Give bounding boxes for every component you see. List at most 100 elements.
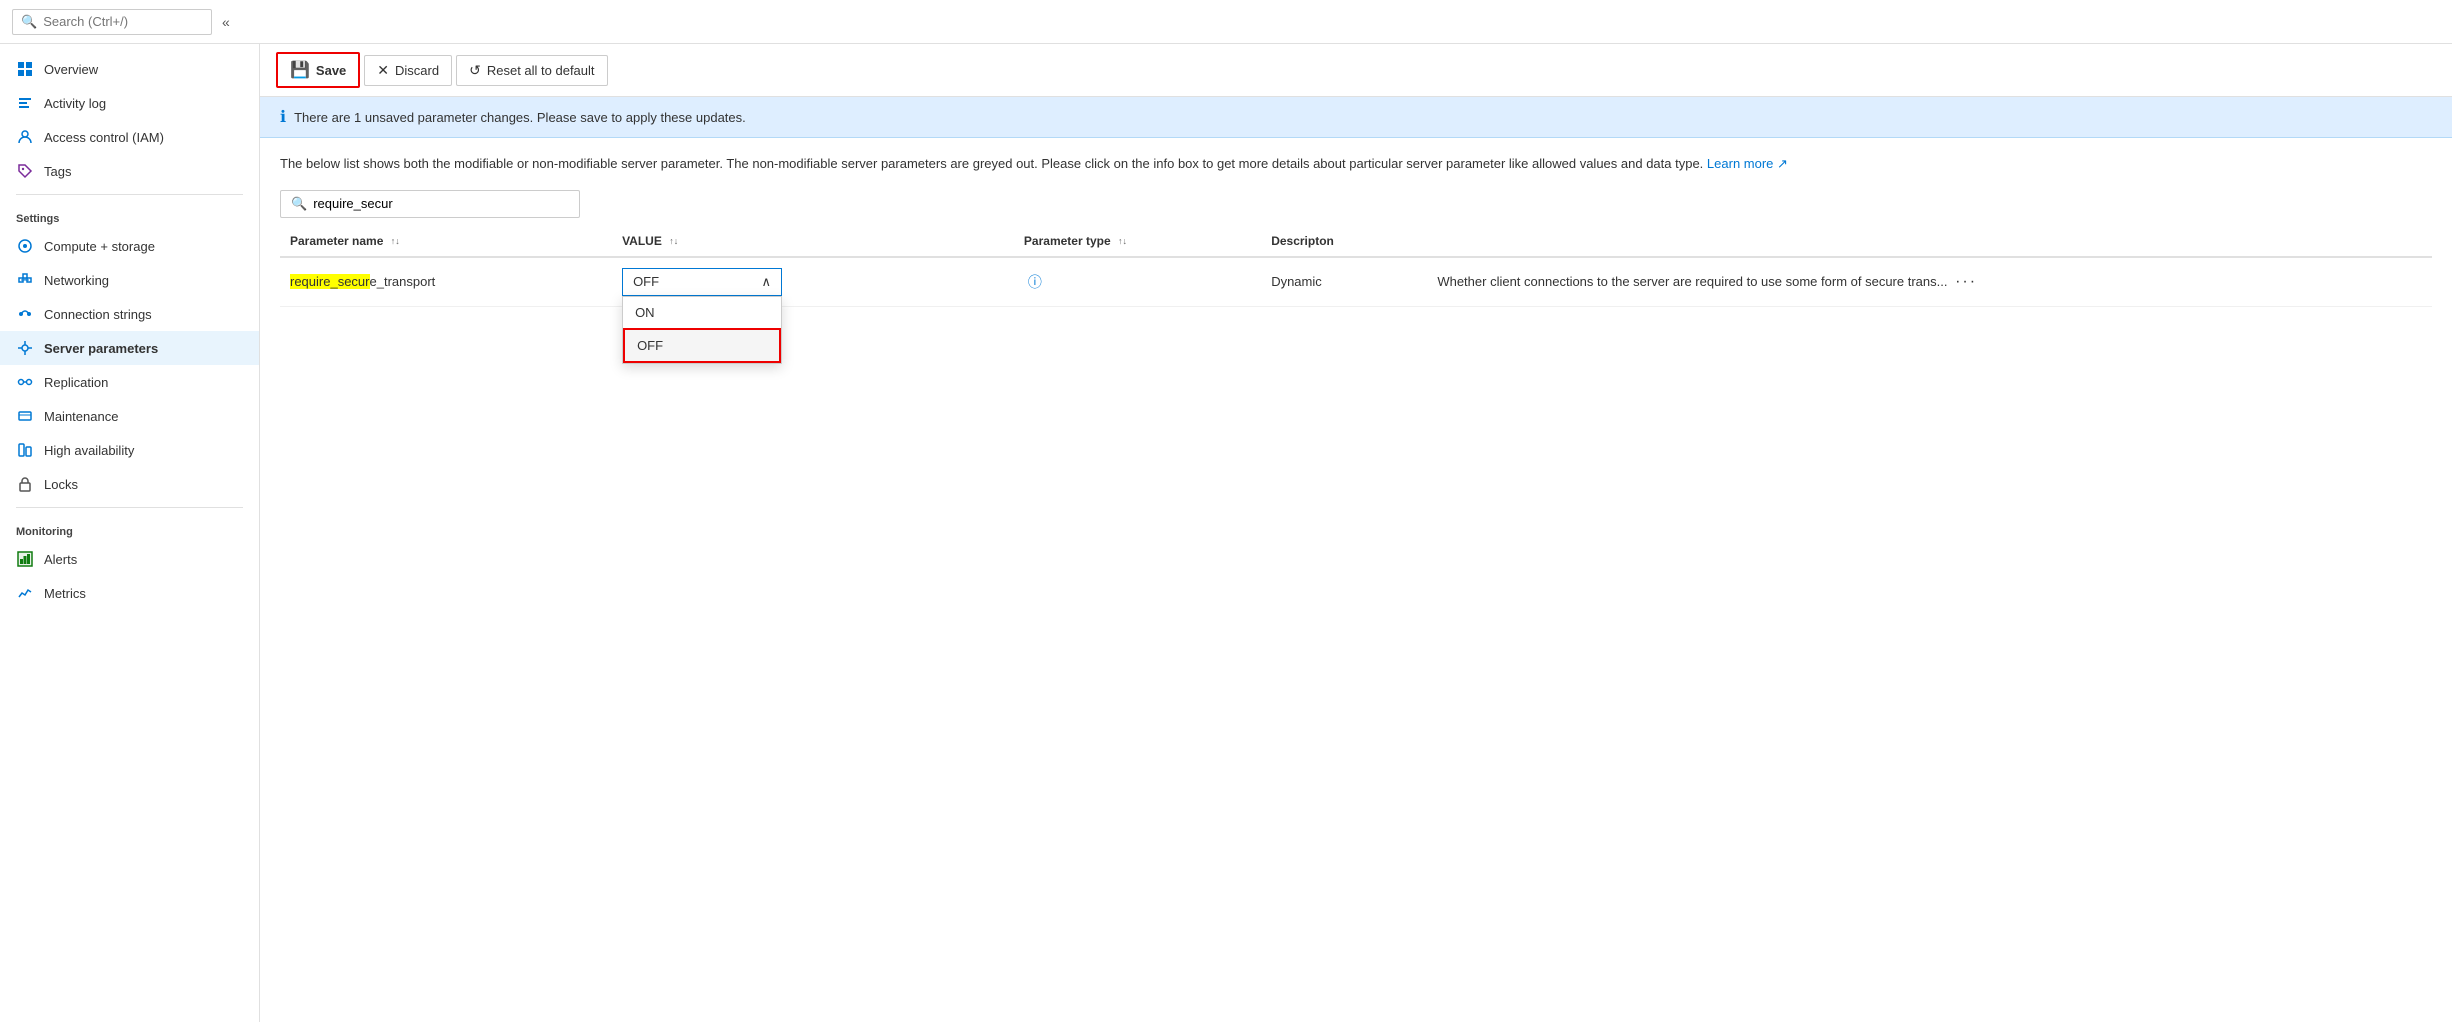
- save-label: Save: [316, 63, 346, 78]
- sidebar-item-networking[interactable]: Networking: [0, 263, 259, 297]
- sidebar-item-overview[interactable]: Overview: [0, 52, 259, 86]
- info-banner: ℹ There are 1 unsaved parameter changes.…: [260, 97, 2452, 138]
- monitoring-section-label: Monitoring: [0, 514, 259, 542]
- sidebar-divider-2: [16, 507, 243, 508]
- settings-section-label: Settings: [0, 201, 259, 229]
- reset-icon: ↺: [469, 62, 481, 79]
- filter-search-icon: 🔍: [291, 196, 307, 212]
- toolbar: 🔍 «: [0, 0, 2452, 44]
- sidebar-item-server-parameters-label: Server parameters: [44, 341, 158, 356]
- alerts-icon: [16, 550, 34, 568]
- discard-label: Discard: [395, 63, 439, 78]
- sort-value-icon[interactable]: ↑↓: [669, 236, 678, 246]
- sidebar-item-tags[interactable]: Tags: [0, 154, 259, 188]
- sidebar-item-compute-storage[interactable]: Compute + storage: [0, 229, 259, 263]
- filter-input-wrap[interactable]: 🔍: [280, 190, 580, 218]
- chevron-up-icon: ∧: [762, 274, 772, 290]
- sidebar-item-networking-label: Networking: [44, 273, 109, 288]
- search-icon: 🔍: [21, 14, 37, 30]
- col-param-name-label: Parameter name: [290, 234, 383, 248]
- sidebar-item-locks-label: Locks: [44, 477, 78, 492]
- col-value-label: VALUE: [622, 234, 662, 248]
- dropdown-menu: ON OFF: [622, 296, 782, 364]
- sidebar-item-connection-strings-label: Connection strings: [44, 307, 152, 322]
- params-icon: [16, 339, 34, 357]
- sidebar-item-high-availability-label: High availability: [44, 443, 134, 458]
- sidebar-item-locks[interactable]: Locks: [0, 467, 259, 501]
- col-description: Descripton: [1261, 226, 1427, 257]
- param-name-highlight: require_secur: [290, 274, 370, 289]
- sidebar-item-access-control[interactable]: Access control (IAM): [0, 120, 259, 154]
- maintenance-icon: [16, 407, 34, 425]
- description-area: The below list shows both the modifiable…: [260, 138, 2452, 182]
- more-options-button[interactable]: ···: [1951, 273, 1981, 291]
- dropdown-option-on[interactable]: ON: [623, 297, 781, 328]
- sidebar-item-access-control-label: Access control (IAM): [44, 130, 164, 145]
- reset-button[interactable]: ↺ Reset all to default: [456, 55, 607, 86]
- compute-icon: [16, 237, 34, 255]
- cell-param-name: require_secure_transport: [280, 257, 612, 307]
- sort-param-name-icon[interactable]: ↑↓: [391, 236, 400, 246]
- sidebar-item-activity-log-label: Activity log: [44, 96, 106, 111]
- learn-more-link[interactable]: Learn more ↗: [1707, 156, 1788, 171]
- sidebar-item-alerts-label: Alerts: [44, 552, 77, 567]
- filter-area: 🔍: [260, 182, 2452, 226]
- connection-icon: [16, 305, 34, 323]
- col-param-name[interactable]: Parameter name ↑↓: [280, 226, 612, 257]
- sidebar-item-replication[interactable]: Replication: [0, 365, 259, 399]
- action-bar: 💾 Save ✕ Discard ↺ Reset all to default: [260, 44, 2452, 97]
- replication-icon: [16, 373, 34, 391]
- param-name-suffix: e_transport: [370, 274, 436, 289]
- cell-value: OFF ∧ ON OFF: [612, 257, 1014, 307]
- sidebar-divider-1: [16, 194, 243, 195]
- sidebar-item-replication-label: Replication: [44, 375, 108, 390]
- discard-icon: ✕: [377, 62, 389, 79]
- sidebar-item-metrics[interactable]: Metrics: [0, 576, 259, 610]
- cell-description: Whether client connections to the server…: [1427, 257, 2432, 307]
- networking-icon: [16, 271, 34, 289]
- table-body: require_secure_transport OFF ∧ ON OFF: [280, 257, 2432, 307]
- table-header: Parameter name ↑↓ VALUE ↑↓ Parameter typ…: [280, 226, 2432, 257]
- col-param-type[interactable]: Parameter type ↑↓: [1014, 226, 1261, 257]
- col-description-label: Descripton: [1271, 234, 1334, 248]
- sidebar-item-compute-label: Compute + storage: [44, 239, 155, 254]
- sidebar-item-activity-log[interactable]: Activity log: [0, 86, 259, 120]
- sidebar-item-server-parameters[interactable]: Server parameters: [0, 331, 259, 365]
- cell-info-icon: ⓘ: [1014, 257, 1261, 307]
- sidebar-item-high-availability[interactable]: High availability: [0, 433, 259, 467]
- sidebar-item-maintenance[interactable]: Maintenance: [0, 399, 259, 433]
- sidebar-item-metrics-label: Metrics: [44, 586, 86, 601]
- cell-param-type: Dynamic: [1261, 257, 1427, 307]
- params-table: Parameter name ↑↓ VALUE ↑↓ Parameter typ…: [280, 226, 2432, 307]
- sidebar-item-alerts[interactable]: Alerts: [0, 542, 259, 576]
- activity-log-icon: [16, 94, 34, 112]
- info-banner-message: There are 1 unsaved parameter changes. P…: [294, 110, 746, 125]
- col-param-type-label: Parameter type: [1024, 234, 1111, 248]
- discard-button[interactable]: ✕ Discard: [364, 55, 452, 86]
- description-value: Whether client connections to the server…: [1437, 274, 1947, 289]
- sidebar: Overview Activity log Access control (IA…: [0, 44, 260, 1022]
- dropdown-trigger[interactable]: OFF ∧: [622, 268, 782, 296]
- dropdown-option-off[interactable]: OFF: [623, 328, 781, 363]
- metrics-icon: [16, 584, 34, 602]
- search-box[interactable]: 🔍: [12, 9, 212, 35]
- iam-icon: [16, 128, 34, 146]
- filter-input[interactable]: [313, 196, 569, 211]
- collapse-button[interactable]: «: [216, 10, 236, 34]
- description-text: The below list shows both the modifiable…: [280, 156, 1703, 171]
- sidebar-item-connection-strings[interactable]: Connection strings: [0, 297, 259, 331]
- table-row: require_secure_transport OFF ∧ ON OFF: [280, 257, 2432, 307]
- save-icon: 💾: [290, 60, 310, 80]
- content-area: 💾 Save ✕ Discard ↺ Reset all to default …: [260, 44, 2452, 1022]
- col-value[interactable]: VALUE ↑↓: [612, 226, 1014, 257]
- sidebar-item-tags-label: Tags: [44, 164, 71, 179]
- dropdown-wrap: OFF ∧ ON OFF: [622, 268, 782, 296]
- save-button[interactable]: 💾 Save: [276, 52, 360, 88]
- info-circle-button[interactable]: ⓘ: [1024, 272, 1046, 292]
- reset-label: Reset all to default: [487, 63, 595, 78]
- sidebar-item-overview-label: Overview: [44, 62, 98, 77]
- sort-param-type-icon[interactable]: ↑↓: [1118, 236, 1127, 246]
- ha-icon: [16, 441, 34, 459]
- main-layout: Overview Activity log Access control (IA…: [0, 44, 2452, 1022]
- search-input[interactable]: [43, 14, 203, 29]
